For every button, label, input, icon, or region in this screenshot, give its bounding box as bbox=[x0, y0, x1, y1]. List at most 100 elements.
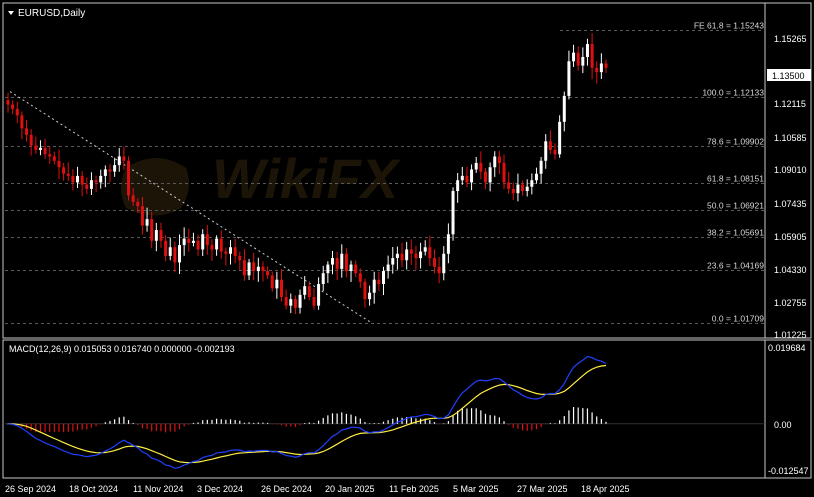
candle-body bbox=[62, 167, 66, 174]
candle-body bbox=[358, 273, 362, 282]
macd-histogram-bar bbox=[508, 423, 510, 425]
candle-body bbox=[321, 273, 325, 285]
macd-axis-frame bbox=[764, 339, 812, 479]
candle-body bbox=[201, 234, 205, 250]
macd-histogram-bar bbox=[336, 413, 338, 424]
macd-histogram-bar bbox=[183, 423, 185, 427]
candle-body bbox=[553, 149, 557, 155]
macd-histogram-bar bbox=[276, 423, 278, 425]
candle-body bbox=[507, 182, 511, 189]
macd-histogram-bar bbox=[44, 423, 46, 433]
macd-histogram-bar bbox=[364, 422, 366, 424]
macd-histogram-bar bbox=[429, 420, 431, 424]
macd-histogram-bar bbox=[317, 420, 320, 424]
macd-histogram-bar bbox=[359, 418, 361, 424]
macd-histogram-bar bbox=[178, 423, 181, 430]
candle-body bbox=[247, 262, 251, 276]
candle-body bbox=[386, 264, 390, 272]
macd-histogram-bar bbox=[253, 422, 255, 424]
candle-body bbox=[372, 279, 376, 293]
macd-histogram-bar bbox=[174, 423, 176, 432]
candle-body bbox=[349, 264, 353, 272]
macd-histogram-bar bbox=[53, 423, 55, 432]
candle-body bbox=[474, 162, 478, 170]
macd-histogram-bar bbox=[114, 419, 116, 424]
macd-histogram-bar bbox=[137, 423, 139, 426]
candle-body bbox=[465, 175, 469, 183]
candle-body bbox=[414, 253, 418, 259]
candle-body bbox=[354, 264, 358, 274]
candle-body bbox=[196, 240, 200, 250]
macd-histogram-bar bbox=[90, 423, 93, 428]
macd-histogram-bar bbox=[225, 419, 227, 424]
candle-body bbox=[238, 255, 242, 261]
candle-body bbox=[261, 266, 265, 272]
time-tick-label: 26 Dec 2024 bbox=[261, 484, 312, 494]
macd-histogram-bar bbox=[67, 423, 69, 432]
macd-histogram-bar bbox=[540, 423, 542, 428]
macd-histogram-bar bbox=[299, 423, 301, 426]
macd-histogram-bar bbox=[100, 423, 102, 425]
candle-body bbox=[409, 249, 413, 254]
candle-body bbox=[377, 279, 381, 285]
candle-body bbox=[479, 162, 483, 172]
macd-histogram-bar bbox=[86, 423, 88, 430]
candle-body bbox=[307, 286, 311, 297]
candle-body bbox=[344, 253, 348, 272]
macd-histogram-bar bbox=[600, 418, 602, 424]
macd-histogram-bar bbox=[526, 423, 528, 431]
macd-histogram-bar bbox=[341, 412, 343, 424]
time-axis: 26 Sep 2024 18 Oct 2024 11 Nov 2024 3 De… bbox=[5, 484, 630, 494]
macd-histogram-bar bbox=[466, 408, 468, 424]
candle-body bbox=[191, 240, 195, 243]
candle-body bbox=[140, 206, 144, 226]
candle-body bbox=[521, 184, 525, 192]
candle-body bbox=[76, 175, 80, 183]
candle-body bbox=[289, 299, 293, 306]
candle-body bbox=[233, 247, 237, 256]
candle-body bbox=[585, 44, 589, 57]
chart-window[interactable]: WikiFX EURUSD,Daily MACD(12,26,9) 0.0150… bbox=[0, 0, 814, 497]
macd-histogram-bar bbox=[512, 423, 514, 428]
candle-body bbox=[29, 134, 33, 146]
price-tick-label: 1.09010 bbox=[774, 165, 807, 175]
macd-histogram-bar bbox=[169, 423, 171, 432]
macd-histogram-bar bbox=[304, 423, 306, 424]
candle-body bbox=[497, 156, 501, 163]
candle-body bbox=[229, 247, 233, 254]
fib-level-label: 38.2 = 1.05691 bbox=[707, 228, 764, 238]
macd-histogram-bar bbox=[146, 423, 148, 429]
macd-histogram-bar bbox=[313, 422, 315, 424]
macd-histogram-bar bbox=[95, 423, 97, 427]
chart-canvas[interactable]: WikiFX EURUSD,Daily MACD(12,26,9) 0.0150… bbox=[0, 0, 814, 497]
candle-body bbox=[178, 245, 182, 263]
candle-body bbox=[89, 180, 93, 189]
candle-body bbox=[38, 147, 42, 150]
candle-body bbox=[99, 175, 103, 183]
macd-tick-label: 0.00 bbox=[774, 420, 792, 430]
candle-body bbox=[483, 171, 487, 183]
candle-body bbox=[317, 284, 321, 306]
fib-level-label: 100.0 = 1.12133 bbox=[702, 88, 764, 98]
dropdown-triangle-icon[interactable] bbox=[8, 11, 14, 15]
candle-body bbox=[293, 299, 297, 308]
watermark-text: WikiFX bbox=[212, 147, 402, 210]
macd-histogram-bar bbox=[484, 413, 487, 424]
macd-indicator bbox=[5, 355, 765, 469]
macd-histogram-bar bbox=[545, 423, 547, 425]
price-tick-label: 1.05905 bbox=[774, 232, 807, 242]
macd-histogram-bar bbox=[572, 407, 575, 424]
candle-body bbox=[381, 271, 385, 285]
candle-body bbox=[525, 186, 529, 192]
candle-body bbox=[451, 191, 455, 235]
fib-level-label: 23.6 = 1.04169 bbox=[707, 261, 764, 271]
time-tick-label: 18 Oct 2024 bbox=[69, 484, 118, 494]
macd-histogram-bar bbox=[271, 423, 273, 425]
macd-histogram-bar bbox=[480, 410, 482, 424]
candle-body bbox=[493, 156, 497, 168]
macd-histogram-bar bbox=[470, 408, 473, 424]
candle-body bbox=[442, 253, 446, 274]
candle-body bbox=[168, 247, 172, 256]
candle-body bbox=[456, 180, 460, 192]
candle-body bbox=[71, 175, 75, 183]
